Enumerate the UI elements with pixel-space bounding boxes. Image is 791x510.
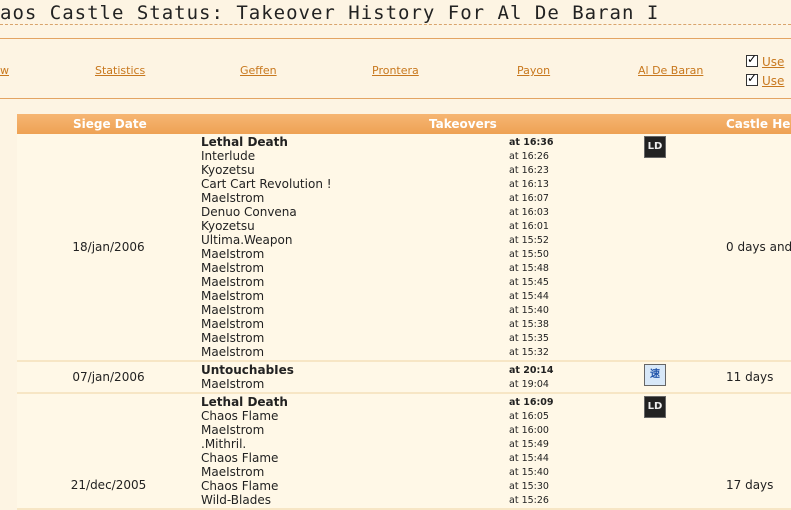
takeover-guild: Kyozetsu [201, 219, 255, 233]
takeover-guild: MaeIstrom [201, 331, 265, 345]
takeover-time: at 16:03 [509, 207, 549, 218]
checkbox-checked-icon[interactable] [746, 52, 758, 67]
takeover-guild: MaeIstrom [201, 247, 265, 261]
takeover-guild: Maelstrom [201, 345, 265, 359]
takeover-history-table: Siege Date Takeovers Castle Hel 18/jan/2… [17, 114, 791, 510]
siege-date: 21/dec/2005 [70, 478, 147, 492]
takeover-guild: Maelstrom [201, 289, 265, 303]
takeover-time: at 16:01 [509, 221, 549, 232]
page-title: aos Castle Status: Takeover History For … [0, 2, 660, 24]
nav-link-overview[interactable]: w [0, 64, 9, 77]
takeover-time: at 15:52 [509, 235, 549, 246]
siege-date: 18/jan/2006 [72, 240, 145, 254]
nav-link-statistics[interactable]: Statistics [95, 64, 145, 77]
option-label[interactable]: Use [762, 55, 784, 69]
takeover-time: at 15:44 [509, 453, 549, 464]
takeover-time: at 15:45 [509, 277, 549, 288]
takeover-guild: MaeIstrom [201, 377, 265, 391]
header-siege-date: Siege Date [73, 117, 147, 131]
takeover-time: at 15:48 [509, 263, 549, 274]
takeover-guild: Chaos Flame [201, 451, 279, 465]
takeover-guild: Lethal Death [201, 395, 288, 409]
castle-held-duration: 17 days [726, 478, 774, 492]
title-divider [0, 24, 791, 25]
takeover-guild: Chaos Flame [201, 479, 279, 493]
takeover-time: at 16:00 [509, 425, 549, 436]
castle-navbar: w Statistics Geffen Prontera Payon Al De… [0, 38, 791, 99]
castle-held-duration: 11 days [726, 370, 774, 384]
nav-link-prontera[interactable]: Prontera [372, 64, 419, 77]
header-castle-held: Castle Hel [726, 117, 791, 131]
takeover-time: at 20:14 [509, 365, 554, 376]
takeover-guild: Kyozetsu [201, 163, 255, 177]
takeover-guild: .Mithril. [201, 437, 247, 451]
takeover-guild: MaeIstrom [201, 465, 265, 479]
takeover-time: at 15:32 [509, 347, 549, 358]
siege-date: 07/jan/2006 [72, 370, 145, 384]
takeover-time: at 16:36 [509, 137, 554, 148]
takeover-time: at 16:07 [509, 193, 549, 204]
table-row: 07/jan/2006 速 11 days UntouchabIes at 20… [17, 362, 791, 394]
table-header: Siege Date Takeovers Castle Hel [17, 114, 791, 134]
table-row: 21/dec/2005 LD 17 days Lethal Death at 1… [17, 394, 791, 510]
takeover-guild: Cart Cart Revolution ! [201, 177, 332, 191]
takeover-guild: Lethal Death [201, 135, 288, 149]
takeover-guild: Wild-Blades [201, 493, 271, 507]
guild-emblem-icon: LD [644, 136, 666, 158]
option-use-2[interactable]: Use [746, 71, 784, 88]
takeover-time: at 15:38 [509, 319, 549, 330]
checkbox-checked-icon[interactable] [746, 71, 758, 86]
takeover-time: at 16:09 [509, 397, 554, 408]
guild-emblem-icon: LD [644, 396, 666, 418]
takeover-time: at 16:23 [509, 165, 549, 176]
takeover-guild: Maelstrom [201, 261, 265, 275]
takeover-time: at 16:13 [509, 179, 549, 190]
header-takeovers: Takeovers [429, 117, 497, 131]
nav-link-al-de-baran[interactable]: Al De Baran [638, 64, 703, 77]
takeover-time: at 15:49 [509, 439, 549, 450]
takeover-guild: Chaos Flame [201, 409, 279, 423]
takeover-guild: MaeIstrom [201, 303, 265, 317]
takeover-guild: MaeIstrom [201, 275, 265, 289]
takeover-guild: UntouchabIes [201, 363, 294, 377]
takeover-guild: Ultima.Weapon [201, 233, 293, 247]
takeover-time: at 19:04 [509, 379, 549, 390]
takeover-time: at 15:44 [509, 291, 549, 302]
takeover-guild: Maelstrom [201, 317, 265, 331]
takeover-time: at 15:40 [509, 305, 549, 316]
option-use-1[interactable]: Use [746, 52, 784, 69]
takeover-guild: MaeIstrom [201, 191, 265, 205]
takeover-time: at 15:40 [509, 467, 549, 478]
takeover-time: at 15:35 [509, 333, 549, 344]
nav-link-payon[interactable]: Payon [517, 64, 550, 77]
takeover-time: at 15:50 [509, 249, 549, 260]
takeover-guild: Denuo Convena [201, 205, 297, 219]
takeover-time: at 15:30 [509, 481, 549, 492]
takeover-time: at 16:26 [509, 151, 549, 162]
option-label[interactable]: Use [762, 74, 784, 88]
castle-held-duration: 0 days and [726, 240, 791, 254]
takeover-guild: Interlude [201, 149, 256, 163]
nav-link-geffen[interactable]: Geffen [240, 64, 277, 77]
table-row: 18/jan/2006 LD 0 days and Lethal Death a… [17, 134, 791, 362]
takeover-guild: MaeIstrom [201, 423, 265, 437]
guild-emblem-icon: 速 [644, 364, 666, 386]
takeover-time: at 16:05 [509, 411, 549, 422]
